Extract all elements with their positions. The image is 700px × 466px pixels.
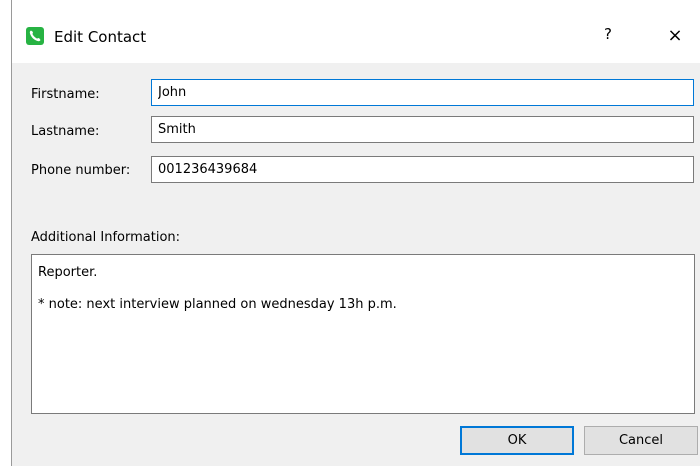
phone-icon [26, 27, 44, 45]
notes-line: Reporter. [38, 265, 98, 280]
window-title: Edit Contact [54, 28, 147, 46]
edit-contact-dialog: Edit Contact ? × Firstname: Lastname: Ph… [11, 0, 700, 466]
firstname-label: Firstname: [31, 87, 100, 102]
phone-number-label: Phone number: [31, 163, 131, 178]
phone-number-input[interactable] [151, 156, 694, 183]
lastname-input[interactable] [151, 116, 694, 143]
ok-button[interactable]: OK [460, 426, 574, 455]
title-bar: Edit Contact ? × [12, 0, 700, 63]
notes-line: * note: next interview planned on wednes… [38, 297, 397, 312]
lastname-label: Lastname: [31, 124, 100, 139]
close-button[interactable]: × [664, 25, 686, 47]
firstname-input[interactable] [151, 79, 694, 106]
cancel-button[interactable]: Cancel [584, 426, 698, 455]
help-button[interactable]: ? [598, 25, 618, 47]
additional-information-label: Additional Information: [31, 230, 181, 245]
additional-information-textarea[interactable]: Reporter. * note: next interview planned… [31, 254, 695, 414]
